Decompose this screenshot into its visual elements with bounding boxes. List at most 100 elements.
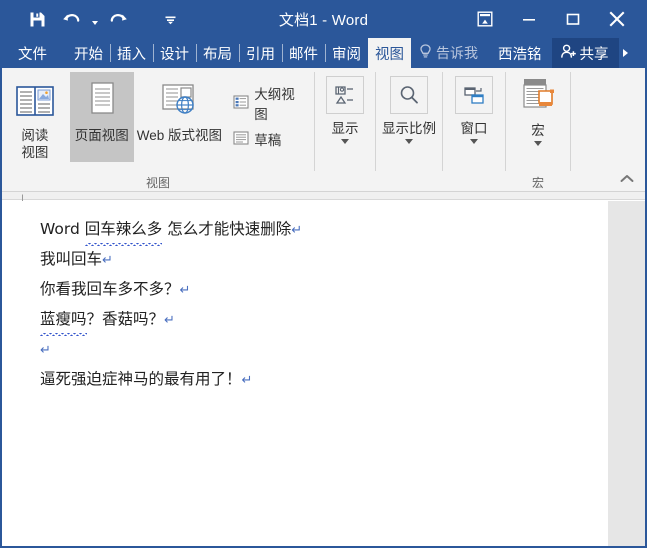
print-layout-icon <box>85 77 119 127</box>
views-small-buttons: 大纲视图 草稿 <box>229 72 314 152</box>
show-panels-icon <box>326 76 364 114</box>
outline-view-label: 大纲视图 <box>254 87 295 122</box>
show-group-body: 显示 <box>315 72 375 174</box>
window-group-label <box>443 174 505 191</box>
save-button[interactable] <box>20 4 54 34</box>
doc-line-4-seg-2: ？香菇吗？ <box>86 310 165 328</box>
tell-me-search[interactable]: 告诉我 <box>411 38 488 68</box>
chevron-down-icon <box>405 139 413 144</box>
document-page[interactable]: Word 回车辣么多 怎么才能快速删除↵ 我叫回车↵ 你看我回车多不多？↵ 蓝瘦… <box>2 201 608 546</box>
windows-arrange-icon <box>455 76 493 114</box>
outline-view-icon <box>233 94 249 113</box>
paragraph-mark: ↵ <box>40 343 51 358</box>
ribbon-display-options-button[interactable] <box>463 0 507 38</box>
read-mode-button[interactable]: 阅读 视图 <box>6 72 64 161</box>
tab-mailings[interactable]: 邮件 <box>282 38 325 68</box>
undo-dropdown-caret[interactable] <box>88 4 101 34</box>
web-layout-button[interactable]: Web 版式视图 <box>134 72 226 144</box>
vertical-scrollbar[interactable] <box>608 201 645 546</box>
doc-line-2: 我叫回车↵ <box>40 245 608 275</box>
share-label: 共享 <box>579 46 609 63</box>
word-window: 文档1 - Word 文件 开始 插入 设计 布局 引用 邮件 审阅 视图 告诉… <box>0 0 647 548</box>
show-label: 显示 <box>331 121 359 136</box>
doc-line-3: 你看我回车多不多？↵ <box>40 275 608 305</box>
doc-line-1-seg-1: Word <box>40 220 85 238</box>
tab-overflow-button[interactable] <box>618 38 633 68</box>
doc-line-1: Word 回车辣么多 怎么才能快速删除↵ <box>40 215 608 246</box>
window-button[interactable]: 窗口 <box>445 72 503 144</box>
tab-file[interactable]: 文件 <box>0 38 61 68</box>
maximize-button[interactable] <box>551 0 595 38</box>
tab-insert[interactable]: 插入 <box>110 38 153 68</box>
ribbon-group-zoom: 显示比例 <box>376 68 442 191</box>
tab-layout[interactable]: 布局 <box>196 38 239 68</box>
document-area: Word 回车辣么多 怎么才能快速删除↵ 我叫回车↵ 你看我回车多不多？↵ 蓝瘦… <box>2 192 645 546</box>
paragraph-mark: ↵ <box>102 253 113 268</box>
collapse-ribbon-button[interactable] <box>619 171 635 185</box>
macro-scroll-icon <box>519 74 557 116</box>
chevron-down-icon <box>534 141 542 146</box>
web-layout-label: Web 版式视图 <box>136 128 223 143</box>
macro-button[interactable]: 宏 <box>509 72 567 146</box>
zoom-group-body: 显示比例 <box>376 72 442 174</box>
views-group-label: 视图 <box>145 176 170 190</box>
views-group-body: 阅读 视图 页面视图 Web 版式视图 大纲视图 草稿 <box>2 72 314 174</box>
tab-view[interactable]: 视图 <box>368 38 411 68</box>
tell-me-label: 告诉我 <box>436 45 478 61</box>
redo-button[interactable] <box>101 4 135 34</box>
print-layout-button[interactable]: 页面视图 <box>69 72 134 162</box>
tab-home[interactable]: 开始 <box>67 38 110 68</box>
read-mode-icon <box>15 77 55 127</box>
zoom-group-label <box>376 174 442 191</box>
window-label: 窗口 <box>460 121 488 136</box>
minimize-button[interactable] <box>507 0 551 38</box>
window-controls <box>463 0 647 38</box>
web-layout-icon <box>157 77 201 127</box>
ribbon-group-window: 窗口 <box>443 68 505 191</box>
title-bar: 文档1 - Word <box>0 0 647 38</box>
tab-references[interactable]: 引用 <box>239 38 282 68</box>
doc-line-3-seg-1: 你看我回车多不多？ <box>40 280 180 298</box>
user-account[interactable]: 西浩铭 <box>488 38 552 68</box>
paragraph-mark: ↵ <box>164 313 175 328</box>
draft-view-icon <box>233 130 249 149</box>
customize-qat-button[interactable] <box>153 4 187 34</box>
doc-line-2-seg-1: 我叫回车 <box>40 250 103 268</box>
document-text[interactable]: Word 回车辣么多 怎么才能快速删除↵ 我叫回车↵ 你看我回车多不多？↵ 蓝瘦… <box>2 201 608 395</box>
macro-label: 宏 <box>531 123 545 138</box>
close-button[interactable] <box>595 0 639 38</box>
doc-line-4: 蓝瘦吗？香菇吗？↵ <box>40 305 608 336</box>
outline-view-button[interactable]: 大纲视图 <box>229 80 314 126</box>
chevron-down-icon <box>91 21 98 25</box>
paragraph-mark: ↵ <box>291 223 303 238</box>
doc-line-1-seg-3: 怎么才能快速删除 <box>162 220 292 238</box>
ribbon-group-show: 显示 <box>315 68 375 191</box>
chevron-right-icon <box>623 49 628 57</box>
undo-button[interactable] <box>54 4 88 34</box>
tab-review[interactable]: 审阅 <box>325 38 368 68</box>
draft-view-button[interactable]: 草稿 <box>229 126 314 152</box>
print-layout-label: 页面视图 <box>74 128 129 143</box>
ribbon-tab-bar: 文件 开始 插入 设计 布局 引用 邮件 审阅 视图 告诉我 西浩铭 共享 <box>0 38 647 68</box>
magnifier-icon <box>390 76 428 114</box>
read-mode-label-line2: 视图 <box>21 145 49 160</box>
tab-design[interactable]: 设计 <box>153 38 196 68</box>
ribbon: 阅读 视图 页面视图 Web 版式视图 大纲视图 草稿 视图 显示 显示比例 窗… <box>2 68 645 192</box>
doc-line-4-seg-1-misspelled: 蓝瘦吗 <box>40 305 87 336</box>
zoom-label: 显示比例 <box>382 121 436 136</box>
person-add-icon <box>560 44 577 63</box>
tab-list: 开始 插入 设计 布局 引用 邮件 审阅 视图 <box>67 38 411 68</box>
read-mode-label-line1: 阅读 <box>21 128 49 143</box>
paragraph-mark: ↵ <box>179 283 191 298</box>
lightbulb-icon <box>419 44 432 62</box>
draft-view-label: 草稿 <box>254 133 282 148</box>
ribbon-group-macro: 宏 宏 <box>506 68 570 191</box>
ribbon-group-views: 阅读 视图 页面视图 Web 版式视图 大纲视图 草稿 视图 <box>2 68 314 191</box>
share-button[interactable]: 共享 <box>551 38 619 68</box>
doc-line-1-seg-2-misspelled: 回车辣么多 <box>84 215 162 246</box>
chevron-down-icon <box>470 139 478 144</box>
macro-group-label: 宏 <box>531 176 544 190</box>
show-button[interactable]: 显示 <box>316 72 374 144</box>
doc-line-6-seg-1: 逼死强迫症神马的最有用了！ <box>40 370 242 388</box>
zoom-button[interactable]: 显示比例 <box>377 72 441 144</box>
